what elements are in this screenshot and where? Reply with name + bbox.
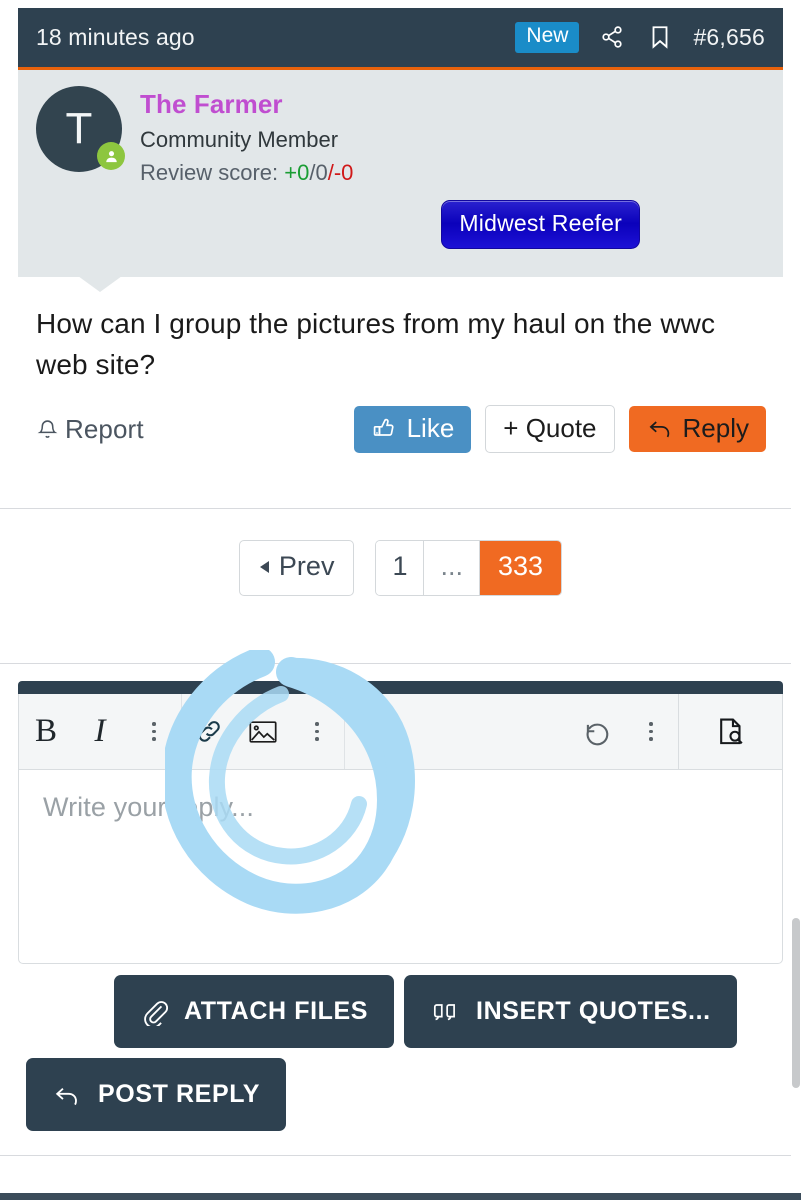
speech-tail: [78, 276, 122, 292]
pagination-pages: 1 ... 333: [375, 540, 563, 596]
post-header: 18 minutes ago New #6,656: [18, 8, 783, 70]
user-title: Community Member: [140, 126, 339, 152]
online-user-icon: [97, 142, 125, 170]
pagination: Prev 1 ... 333: [0, 540, 801, 596]
review-score-label: Review score:: [140, 159, 279, 185]
pagination-prev-button[interactable]: Prev: [238, 540, 355, 596]
reply-textarea[interactable]: Write your reply...: [18, 770, 783, 964]
italic-button[interactable]: I: [73, 694, 127, 769]
bottom-navigation-bar: [0, 1193, 801, 1200]
post-number: #6,656: [693, 23, 765, 50]
insert-link-button[interactable]: [182, 694, 236, 769]
divider-above-pagination: [0, 508, 801, 509]
image-icon: [249, 720, 277, 743]
document-preview-icon: [719, 718, 743, 744]
post-content: How can I group the pictures from my hau…: [36, 308, 716, 381]
post-body: How can I group the pictures from my hau…: [18, 277, 783, 385]
bell-icon: [37, 420, 58, 438]
attach-files-button[interactable]: ATTACH FILES: [114, 975, 395, 1048]
report-label: Report: [65, 413, 144, 444]
forum-thread-page: 18 minutes ago New #6,656 T The Farmer C…: [0, 0, 801, 1200]
kebab-menu-icon: [649, 722, 653, 741]
bold-button[interactable]: B: [19, 694, 73, 769]
pagination-prev-label: Prev: [278, 551, 335, 581]
report-button[interactable]: Report: [36, 414, 144, 445]
divider-above-editor: [0, 663, 801, 664]
post-reply-label: POST REPLY: [98, 1080, 261, 1108]
undo-icon: [586, 723, 609, 745]
reply-label: Reply: [682, 413, 749, 444]
review-neutral: /0: [309, 159, 328, 185]
attach-files-label: ATTACH FILES: [184, 997, 369, 1025]
post-card: 18 minutes ago New #6,656 T The Farmer C…: [18, 8, 783, 454]
reply-editor: B I Write your reply...: [18, 681, 783, 964]
more-tools-button[interactable]: [624, 694, 678, 769]
like-button[interactable]: Like: [353, 405, 472, 453]
user-name[interactable]: The Farmer: [140, 88, 353, 121]
thumbs-up-icon: [373, 418, 394, 436]
post-user-panel: T The Farmer Community Member Review sco…: [18, 70, 783, 292]
editor-toolbar: B I: [18, 694, 783, 770]
pagination-ellipsis[interactable]: ...: [424, 541, 480, 595]
share-icon[interactable]: [597, 22, 627, 52]
quote-marks-icon: [433, 1003, 455, 1020]
bookmark-icon[interactable]: [645, 22, 675, 52]
link-icon: [198, 721, 220, 742]
reply-button[interactable]: Reply: [628, 406, 766, 453]
divider-bottom: [0, 1155, 801, 1156]
new-badge: New: [515, 22, 580, 53]
post-header-actions: New #6,656: [515, 22, 765, 53]
editor-topbar: [18, 681, 783, 694]
user-badge[interactable]: Midwest Reefer: [441, 200, 640, 250]
post-action-bar: Report Like + Quote Reply: [18, 385, 783, 454]
pagination-page-current[interactable]: 333: [480, 541, 562, 595]
editor-action-buttons: ATTACH FILES INSERT QUOTES... POST REPLY: [0, 975, 801, 1131]
quote-button[interactable]: + Quote: [485, 405, 615, 454]
post-reply-button[interactable]: POST REPLY: [26, 1058, 287, 1131]
post-timestamp: 18 minutes ago: [36, 24, 195, 50]
review-positive: +0: [284, 159, 310, 185]
reply-placeholder: Write your reply...: [43, 792, 254, 822]
reply-arrow-icon: [649, 421, 669, 438]
insert-image-button[interactable]: [236, 694, 290, 769]
insert-quotes-button[interactable]: INSERT QUOTES...: [404, 975, 737, 1048]
paperclip-icon: [144, 1000, 168, 1026]
pagination-page-1[interactable]: 1: [376, 541, 425, 595]
more-text-options-button[interactable]: [127, 694, 181, 769]
more-insert-options-button[interactable]: [290, 694, 344, 769]
quote-label: + Quote: [503, 413, 597, 444]
vertical-scrollbar-track[interactable]: [791, 0, 801, 1200]
vertical-scrollbar-thumb[interactable]: [792, 918, 800, 1088]
like-label: Like: [406, 413, 455, 444]
preview-button[interactable]: [678, 694, 782, 769]
toolbar-separator: [344, 694, 345, 769]
undo-button[interactable]: [570, 694, 624, 769]
kebab-menu-icon: [152, 722, 156, 741]
kebab-menu-icon: [315, 722, 319, 741]
triangle-left-icon: [259, 560, 269, 573]
insert-quotes-label: INSERT QUOTES...: [476, 997, 711, 1025]
reply-arrow-icon: [55, 1087, 77, 1105]
review-score: Review score: +0/0/-0: [140, 157, 353, 189]
avatar[interactable]: T: [36, 86, 125, 172]
review-negative: /-0: [327, 159, 354, 185]
